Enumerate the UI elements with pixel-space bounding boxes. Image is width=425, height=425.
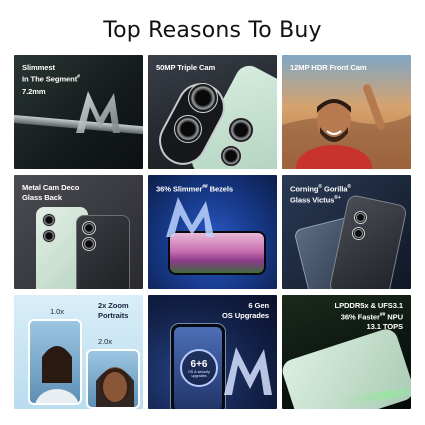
camera-lens-icon bbox=[42, 229, 56, 243]
label-line: 13.1 TOPS bbox=[366, 321, 403, 331]
tile-metal-cam: Metal Cam Deco Glass Back bbox=[14, 175, 143, 289]
camera-lens-icon bbox=[354, 211, 367, 224]
tile-slimmest-label: Slimmest In The Segment# 7.2mm bbox=[22, 63, 80, 96]
tile-slim-bezels-label: 36% Slimmer## Bezels bbox=[156, 183, 233, 194]
camera-lens-icon bbox=[228, 117, 254, 143]
tile-zoom-portraits: 2x Zoom Portraits 1.0x 2.0x bbox=[14, 295, 143, 409]
camera-lens-icon bbox=[220, 145, 242, 167]
camera-lens-icon bbox=[82, 237, 96, 251]
label-line: In The Segment bbox=[22, 74, 78, 84]
portrait-person bbox=[96, 367, 134, 407]
tile-performance-label: LPDDR5x & UFS3.1 36% Faster## NPU 13.1 T… bbox=[334, 301, 404, 331]
zoom-2x-label: 2.0x bbox=[98, 337, 112, 346]
footnote-mark: ® bbox=[318, 184, 322, 190]
camera-lens-icon bbox=[188, 83, 218, 113]
tile-triple-cam: 50MP Triple Cam bbox=[148, 55, 277, 169]
tile-slim-bezels: 36% Slimmer## Bezels bbox=[148, 175, 277, 289]
camera-lens-icon bbox=[352, 227, 365, 240]
tile-metal-cam-label: Metal Cam Deco Glass Back bbox=[22, 183, 79, 202]
label-line: Portraits bbox=[98, 310, 129, 320]
tile-os-upgrades: 6 Gen OS Upgrades 6+6 OS & security upgr… bbox=[148, 295, 277, 409]
tile-slimmest: Slimmest In The Segment# 7.2mm bbox=[14, 55, 143, 169]
label-line: Slimmest bbox=[22, 63, 55, 72]
tile-gorilla-glass: Corning® Gorilla® Glass Victus®+ bbox=[282, 175, 411, 289]
thickness-value: 7.2mm bbox=[22, 86, 46, 96]
label-line: 36% Slimmer bbox=[156, 184, 203, 194]
label-line: 6 Gen bbox=[248, 301, 269, 310]
tile-performance: LPDDR5x & UFS3.1 36% Faster## NPU 13.1 T… bbox=[282, 295, 411, 409]
label-line: Corning bbox=[290, 184, 319, 194]
tile-zoom-portraits-label: 2x Zoom Portraits bbox=[98, 301, 129, 320]
tile-front-cam-label: 12MP HDR Front Cam bbox=[290, 63, 367, 72]
footnote-mark: # bbox=[77, 73, 80, 80]
zoom-1x-label: 1.0x bbox=[50, 307, 64, 316]
feature-grid: Slimmest In The Segment# 7.2mm 50MP Trip… bbox=[14, 55, 411, 410]
tile-triple-cam-label: 50MP Triple Cam bbox=[156, 63, 216, 72]
portrait-person bbox=[35, 346, 79, 403]
footnote-mark: ## bbox=[202, 184, 208, 190]
portrait-photo-2x bbox=[86, 349, 140, 409]
footnote-mark: ®+ bbox=[334, 195, 341, 202]
label-line: 2x Zoom bbox=[98, 301, 129, 310]
camera-lens-icon bbox=[82, 221, 96, 235]
phone-back-dark bbox=[328, 193, 408, 289]
label-line: Metal Cam Deco bbox=[22, 183, 80, 192]
tile-os-upgrades-label: 6 Gen OS Upgrades bbox=[222, 301, 269, 320]
label-line: Glass Victus bbox=[290, 195, 335, 205]
label-line: OS Upgrades bbox=[221, 310, 269, 320]
footnote-mark: ## bbox=[379, 311, 386, 318]
camera-lens-icon bbox=[174, 115, 202, 143]
portrait-photo-1x bbox=[28, 319, 82, 405]
label-line: NPU bbox=[387, 312, 403, 322]
label-line: Glass Back bbox=[22, 192, 62, 202]
footnote-mark: ® bbox=[347, 184, 351, 190]
label-line: LPDDR5x & UFS3.1 bbox=[334, 301, 404, 310]
tile-front-cam: 12MP HDR Front Cam bbox=[282, 55, 411, 169]
label-line: Gorilla bbox=[324, 184, 348, 194]
tile-gorilla-glass-label: Corning® Gorilla® Glass Victus®+ bbox=[290, 183, 351, 205]
page-title: Top Reasons To Buy bbox=[103, 18, 322, 43]
label-line: 36% Faster bbox=[340, 312, 380, 322]
camera-lens-icon bbox=[42, 213, 56, 227]
label-line: Bezels bbox=[209, 184, 234, 194]
